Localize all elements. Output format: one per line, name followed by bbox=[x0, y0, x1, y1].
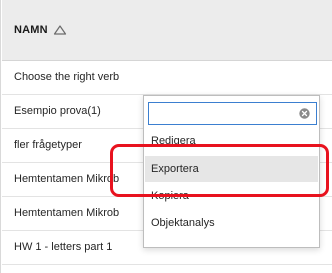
menu-item-label: Kopiera bbox=[151, 190, 189, 202]
menu-item-label: Objektanalys bbox=[151, 217, 215, 229]
item-name[interactable]: Esempio prova(1) bbox=[14, 105, 101, 117]
menu-item-label: Exportera bbox=[151, 163, 199, 175]
item-name[interactable]: Hemtentamen Mikrob bbox=[14, 173, 119, 185]
table-row[interactable]: Choose the right verb bbox=[2, 61, 332, 95]
item-name[interactable]: Choose the right verb bbox=[14, 71, 119, 83]
name-column-label: NAMN bbox=[14, 24, 48, 36]
sort-ascending-icon[interactable] bbox=[53, 24, 67, 36]
dropdown-search-input[interactable] bbox=[153, 105, 293, 121]
clear-search-icon[interactable] bbox=[299, 108, 310, 119]
name-column-header[interactable]: NAMN bbox=[14, 22, 67, 38]
item-name[interactable]: HW 1 - letters part 1 bbox=[14, 241, 112, 253]
item-name[interactable]: fler frågetyper bbox=[14, 139, 82, 151]
menu-item-label: Redigera bbox=[151, 135, 196, 146]
dropdown-search-field[interactable] bbox=[148, 102, 317, 125]
menu-item-exportera[interactable]: Exportera bbox=[145, 156, 318, 182]
item-name[interactable]: Hemtentamen Mikrob bbox=[14, 207, 119, 219]
menu-item-redigera[interactable]: Redigera bbox=[145, 126, 318, 146]
menu-item-kopiera[interactable]: Kopiera bbox=[145, 183, 318, 209]
item-options-dropdown: Redigera Exportera Kopiera Objektanalys bbox=[143, 95, 320, 248]
menu-item-objektanalys[interactable]: Objektanalys bbox=[145, 210, 318, 236]
table-header: NAMN bbox=[2, 0, 332, 61]
